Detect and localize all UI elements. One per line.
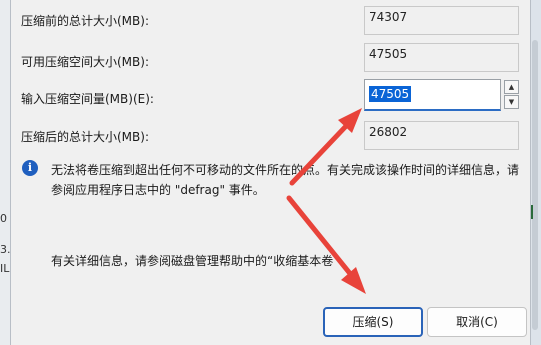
field-label-total-before: 压缩前的总计大小(MB): <box>21 14 149 28</box>
field-label-available: 可用压缩空间大小(MB): <box>21 55 149 69</box>
info-icon: i <box>22 160 38 176</box>
total-after-value-box: 26802 <box>364 121 519 150</box>
info-line-2: 参阅应用程序日志中的 "defrag" 事件。 <box>51 183 265 197</box>
field-label-total-after: 压缩后的总计大小(MB): <box>21 130 149 144</box>
field-label-shrink-amount: 输入压缩空间量(MB)(E): <box>21 92 154 106</box>
shrink-amount-input[interactable]: 47505 <box>364 79 501 111</box>
available-value: 47505 <box>369 47 408 61</box>
help-message: 有关详细信息，请参阅磁盘管理帮助中的“收缩基本卷 <box>51 254 334 268</box>
total-after-value: 26802 <box>369 125 408 139</box>
background-text: 0 <box>0 212 7 225</box>
total-before-value-box: 74307 <box>364 6 519 35</box>
total-before-value: 74307 <box>369 10 408 24</box>
spin-up-icon[interactable]: ▲ <box>504 80 519 94</box>
shrink-amount-selected-text[interactable]: 47505 <box>369 86 412 102</box>
info-message: 无法将卷压缩到超出任何不可移动的文件所在的点。有关完成该操作时间的详细信息，请 … <box>51 160 521 200</box>
background-text: IL <box>0 262 10 275</box>
shrink-amount-stepper[interactable]: 47505 ▲ ▼ <box>364 79 519 111</box>
available-value-box: 47505 <box>364 43 519 72</box>
spin-down-icon[interactable]: ▼ <box>504 95 519 109</box>
scrollbar[interactable] <box>532 40 538 330</box>
cancel-button[interactable]: 取消(C) <box>427 307 527 337</box>
shrink-volume-dialog: 压缩前的总计大小(MB): 74307 可用压缩空间大小(MB): 47505 … <box>10 0 531 345</box>
background-text: 3. <box>0 243 11 256</box>
info-line-1: 无法将卷压缩到超出任何不可移动的文件所在的点。有关完成该操作时间的详细信息，请 <box>51 163 520 177</box>
spin-buttons: ▲ ▼ <box>504 80 519 110</box>
shrink-button[interactable]: 压缩(S) <box>323 307 423 337</box>
